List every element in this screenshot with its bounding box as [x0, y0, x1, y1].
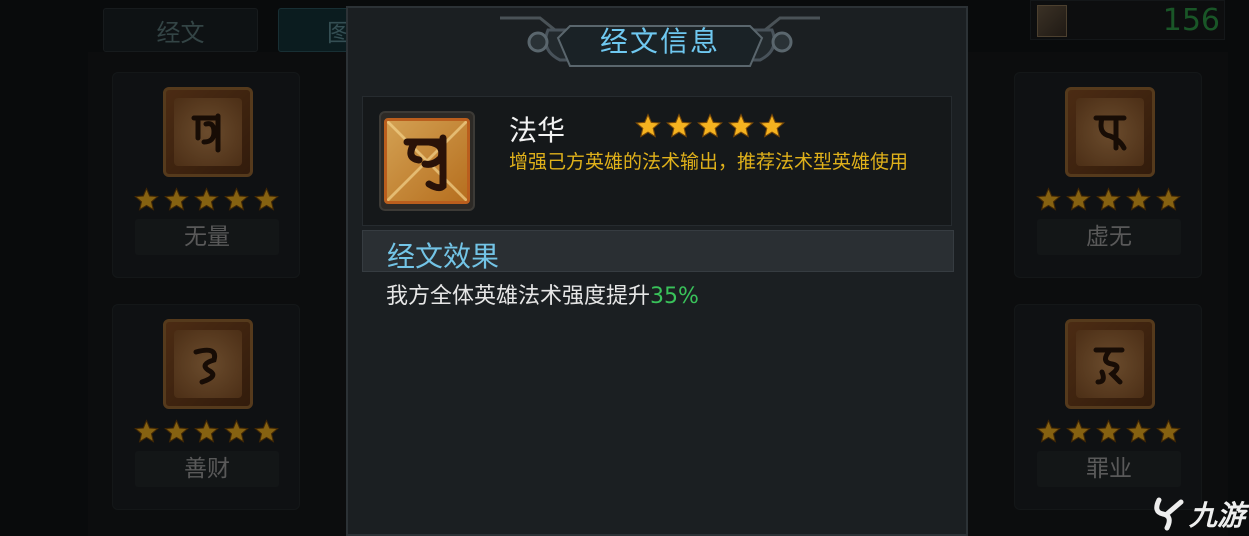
watermark-text: 九游	[1188, 499, 1245, 532]
title-plate: 经文信息	[500, 8, 820, 72]
star-icon	[666, 113, 692, 138]
star-icon	[759, 113, 785, 138]
effect-section-header: 经文效果	[362, 230, 954, 273]
watermark: 九游	[1151, 494, 1245, 534]
sanskrit-glyph-icon	[403, 134, 447, 192]
star-icon	[697, 113, 723, 138]
effect-text: 我方全体英雄法术强度提升	[386, 284, 651, 309]
scripture-info-box: 法华 增强己方英雄的法术输出，推荐法术型英雄使用	[362, 96, 952, 226]
star-icon	[635, 113, 661, 138]
jiuyou-logo-icon	[1154, 497, 1184, 531]
effect-section-title: 经文效果	[387, 240, 500, 273]
scripture-name: 法华	[509, 114, 566, 147]
dialog-title: 经文信息	[599, 25, 720, 58]
effect-description: 我方全体英雄法术强度提升35%	[386, 278, 699, 310]
star-icon	[728, 113, 754, 138]
scripture-large-icon	[379, 111, 475, 211]
scripture-info-dialog: 经文信息 法华 增强己方英雄的法术输出，推荐法术型英雄使用 经文效果 我方全体英…	[346, 6, 968, 536]
star-rating	[635, 113, 785, 139]
effect-value: 35%	[650, 284, 699, 309]
scripture-description: 增强己方英雄的法术输出，推荐法术型英雄使用	[509, 151, 909, 173]
